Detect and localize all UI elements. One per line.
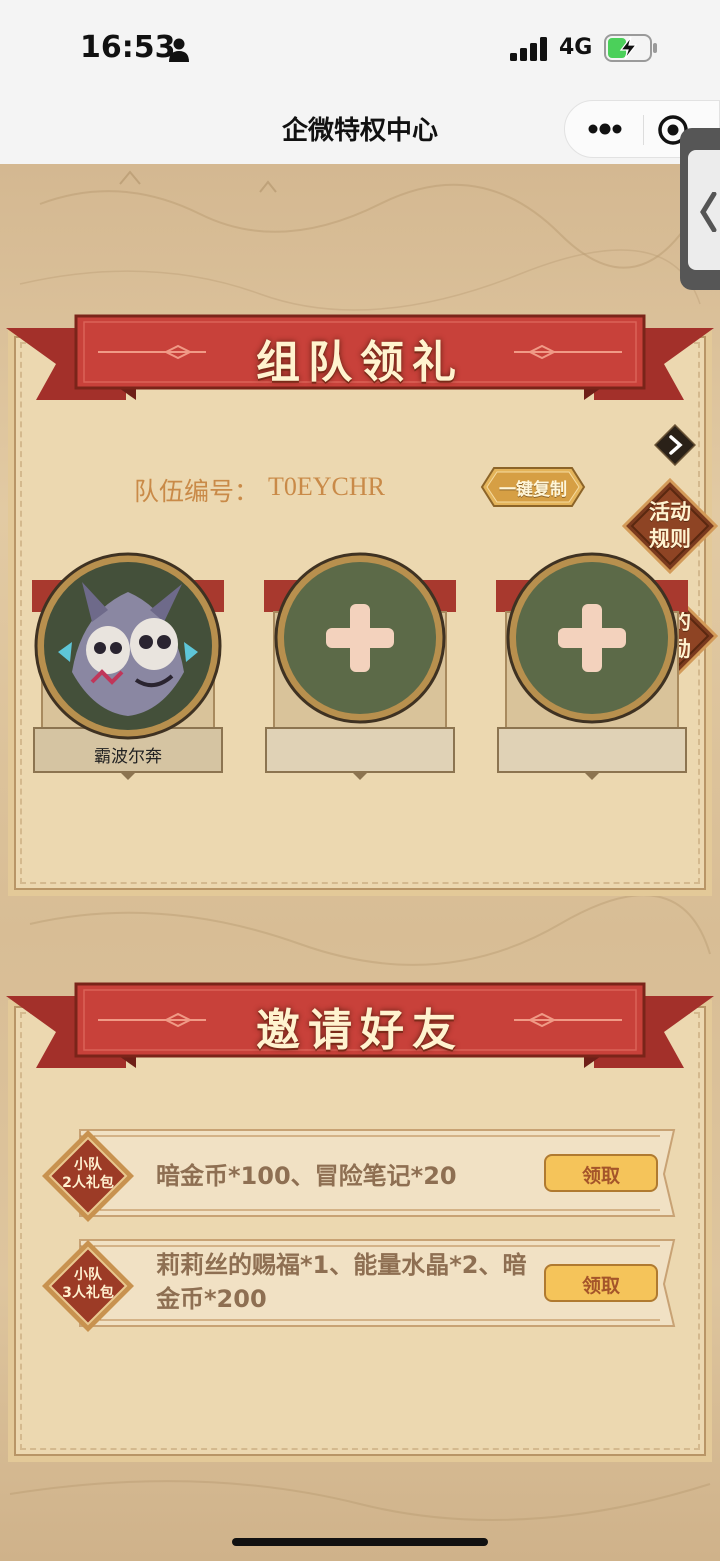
empty-member-frame [496, 552, 688, 780]
person-icon [169, 38, 189, 62]
team-id-label: 队伍编号： [134, 477, 260, 506]
claim-button[interactable]: 领取 [544, 1264, 658, 1302]
team-member-slot-3[interactable] [496, 552, 688, 782]
nav-bar: 企微特权中心 [0, 96, 720, 164]
reward-description: 莉莉丝的赐福*1、能量水晶*2、暗金币*200 [156, 1251, 527, 1313]
more-icon[interactable] [587, 119, 623, 139]
status-bar: 16:53 4G [0, 0, 720, 96]
reward-row-3-person: 小队 3人礼包 莉莉丝的赐福*1、能量水晶*2、暗金币*200 领取 [40, 1234, 680, 1334]
team-member-slot-2[interactable] [264, 552, 456, 782]
badge-line2: 3人礼包 [62, 1285, 114, 1301]
team-size-badge: 小队 3人礼包 [40, 1238, 136, 1334]
badge-line2: 2人礼包 [62, 1175, 114, 1191]
side-tab-inner [688, 150, 720, 270]
rules-label-line2: 规则 [649, 527, 691, 551]
claim-button-label: 领取 [581, 1165, 620, 1187]
team-member-slot-1[interactable]: 霸波尔奔 [32, 552, 224, 782]
copy-team-id-button[interactable]: 一键复制 [480, 466, 586, 508]
team-section-title: 组队领礼 [256, 337, 464, 388]
rules-label-line1: 活动 [649, 500, 691, 524]
team-size-badge: 小队 2人礼包 [40, 1128, 136, 1224]
chevron-right-icon[interactable] [654, 424, 696, 466]
signal-icon [510, 37, 547, 61]
home-indicator[interactable] [232, 1538, 488, 1546]
chevron-left-icon [700, 192, 717, 232]
side-collapse-tab[interactable] [680, 128, 720, 290]
badge-line1: 小队 [74, 1267, 102, 1283]
network-type: 4G [559, 35, 593, 60]
empty-member-frame [264, 552, 456, 780]
badge-line1: 小队 [74, 1157, 102, 1173]
reward-description: 暗金币*100、冒险笔记*20 [156, 1162, 457, 1190]
capsule-divider [643, 115, 644, 145]
battery-charging-icon [604, 34, 657, 62]
invite-section-title: 邀请好友 [256, 1005, 464, 1056]
team-id-value: T0EYCHR [268, 472, 385, 501]
reward-row-2-person: 小队 2人礼包 暗金币*100、冒险笔记*20 领取 [40, 1124, 680, 1224]
member-name: 霸波尔奔 [94, 747, 162, 767]
status-time: 16:53 [80, 30, 176, 65]
panel-border [20, 1012, 700, 1450]
copy-button-label: 一键复制 [499, 480, 567, 500]
claim-button-label: 领取 [581, 1275, 620, 1297]
claim-button[interactable]: 领取 [544, 1154, 658, 1192]
